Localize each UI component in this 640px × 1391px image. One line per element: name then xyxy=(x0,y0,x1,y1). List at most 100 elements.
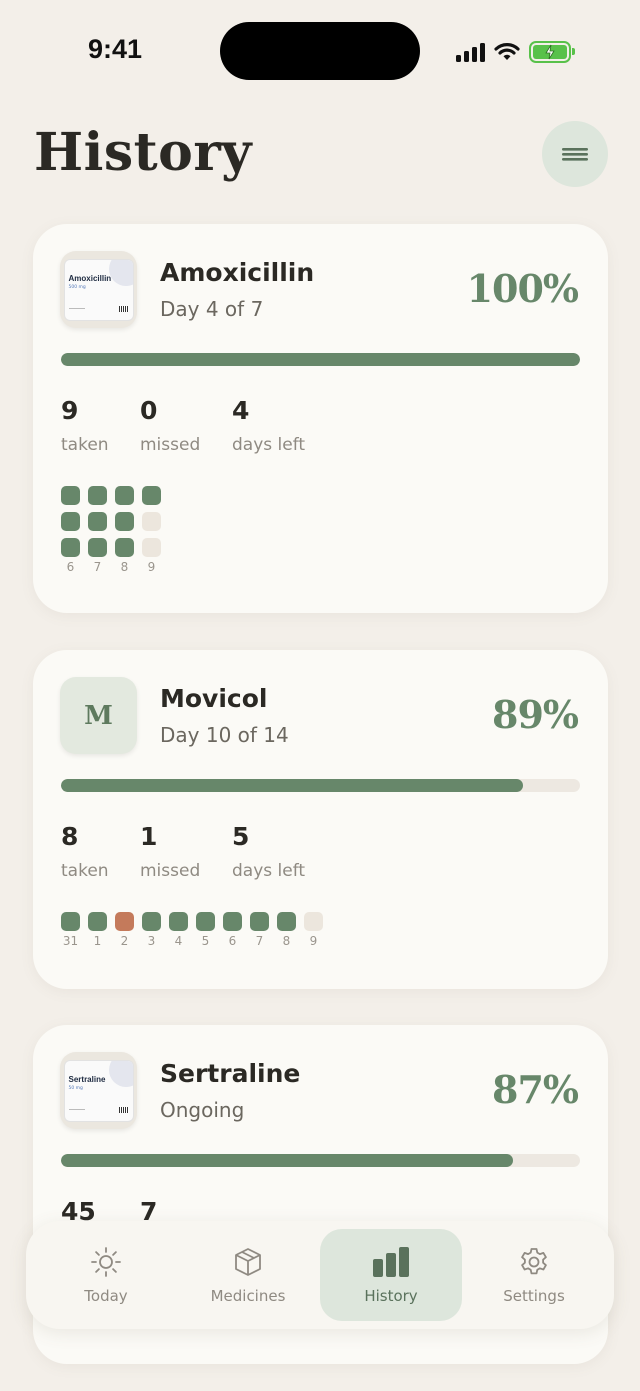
tab-label: Medicines xyxy=(210,1287,286,1305)
barcode-icon xyxy=(118,305,129,312)
stat-missed: 0 missed xyxy=(140,396,200,455)
page-title: History xyxy=(34,122,252,183)
day-label: 9 xyxy=(309,934,318,948)
medicine-name: Movicol xyxy=(160,684,268,713)
dose-dot-taken xyxy=(115,512,134,531)
stat-value: 0 xyxy=(140,396,158,425)
stat-value: 4 xyxy=(232,396,250,425)
tab-history[interactable]: History xyxy=(320,1229,462,1321)
day-label: 3 xyxy=(147,934,156,948)
box-icon xyxy=(232,1245,264,1279)
dose-dot-taken xyxy=(61,512,80,531)
medicine-course-progress: Ongoing xyxy=(160,1098,245,1122)
dose-dot-taken xyxy=(61,486,80,505)
medicine-course-progress: Day 4 of 7 xyxy=(160,297,264,321)
day-label: 8 xyxy=(282,934,291,948)
dose-dot-missed xyxy=(115,912,134,931)
adherence-progress-bar xyxy=(61,779,580,792)
menu-button[interactable] xyxy=(542,121,608,187)
day-label: 7 xyxy=(255,934,264,948)
package-name: Sertraline xyxy=(68,1074,106,1084)
package-strength: 500 mg xyxy=(68,284,86,290)
status-bar: 9:41 xyxy=(0,0,640,100)
stat-label: missed xyxy=(140,435,201,455)
status-icons xyxy=(456,38,575,66)
tab-label: Today xyxy=(84,1287,128,1305)
stat-value: 5 xyxy=(232,822,250,851)
signal-icon xyxy=(456,42,485,62)
day-label: 6 xyxy=(228,934,237,948)
stat-value: 1 xyxy=(140,822,158,851)
menu-icon xyxy=(562,148,588,161)
tab-label: Settings xyxy=(503,1287,565,1305)
stat-taken: 9 taken xyxy=(61,396,109,455)
adherence-progress-bar xyxy=(61,1154,580,1167)
stat-days-left: 5 days left xyxy=(232,822,305,881)
dose-dot-taken xyxy=(250,912,269,931)
dose-dot-taken xyxy=(88,538,107,557)
dose-dot-taken xyxy=(115,486,134,505)
status-time: 9:41 xyxy=(88,34,143,64)
adherence-progress-bar xyxy=(61,353,580,366)
adherence-percent: 87% xyxy=(492,1067,579,1112)
stat-value: 8 xyxy=(61,822,79,851)
dose-dot-taken xyxy=(277,912,296,931)
stat-missed: 1 missed xyxy=(140,822,200,881)
dose-dot-taken xyxy=(223,912,242,931)
gear-icon xyxy=(518,1245,550,1279)
medicine-name: Amoxicillin xyxy=(160,258,315,287)
day-label: 31 xyxy=(62,934,79,948)
day-label: 1 xyxy=(93,934,102,948)
dose-dot-taken xyxy=(88,512,107,531)
dynamic-island xyxy=(220,22,420,80)
dose-dot-taken xyxy=(142,912,161,931)
stat-days-left: 4 days left xyxy=(232,396,305,455)
stat-value: 9 xyxy=(61,396,79,425)
bar-chart-icon xyxy=(372,1245,410,1279)
stat-label: days left xyxy=(232,861,306,881)
medicine-card-amoxicillin[interactable]: Amoxicillin 500 mg Amoxicillin Day 4 of … xyxy=(33,224,608,613)
medicine-name: Sertraline xyxy=(160,1059,301,1088)
barcode-icon xyxy=(118,1106,129,1113)
adherence-percent: 89% xyxy=(492,692,579,737)
medicine-package-image: Sertraline 50 mg xyxy=(60,1052,137,1129)
dose-dot-taken xyxy=(115,538,134,557)
stat-taken: 8 taken xyxy=(61,822,109,881)
medicine-course-progress: Day 10 of 14 xyxy=(160,723,289,747)
stat-label: taken xyxy=(61,435,109,455)
dose-dot-taken xyxy=(61,912,80,931)
medicine-card-movicol[interactable]: M Movicol Day 10 of 14 89% 8 taken 1 mis… xyxy=(33,650,608,989)
medicine-package-image: Amoxicillin 500 mg xyxy=(60,251,137,328)
dose-dot-empty xyxy=(142,538,161,557)
stat-label: missed xyxy=(140,861,201,881)
dose-dot-taken xyxy=(169,912,188,931)
day-label: 5 xyxy=(201,934,210,948)
dose-dot-empty xyxy=(304,912,323,931)
package-strength: 50 mg xyxy=(68,1085,83,1091)
adherence-percent: 100% xyxy=(466,266,579,311)
tab-today[interactable]: Today xyxy=(35,1229,177,1321)
stat-label: days left xyxy=(232,435,306,455)
tab-label: History xyxy=(364,1287,418,1305)
tab-medicines[interactable]: Medicines xyxy=(177,1229,319,1321)
dose-dot-taken xyxy=(142,486,161,505)
day-label: 8 xyxy=(120,560,129,574)
tab-bar: Today Medicines History Settings xyxy=(26,1221,614,1329)
day-label: 2 xyxy=(120,934,129,948)
dose-dot-taken xyxy=(88,486,107,505)
medicine-initial-tile: M xyxy=(60,677,137,754)
package-name: Amoxicillin xyxy=(68,273,112,283)
dose-dot-taken xyxy=(196,912,215,931)
day-label: 7 xyxy=(93,560,102,574)
medicine-initial: M xyxy=(84,700,113,731)
sun-icon xyxy=(90,1245,122,1279)
day-label: 4 xyxy=(174,934,183,948)
day-label: 9 xyxy=(147,560,156,574)
dose-dot-taken xyxy=(88,912,107,931)
tab-settings[interactable]: Settings xyxy=(463,1229,605,1321)
dose-dot-empty xyxy=(142,512,161,531)
wifi-icon xyxy=(494,43,520,60)
battery-icon xyxy=(529,41,575,63)
stat-label: taken xyxy=(61,861,109,881)
dose-dot-taken xyxy=(61,538,80,557)
